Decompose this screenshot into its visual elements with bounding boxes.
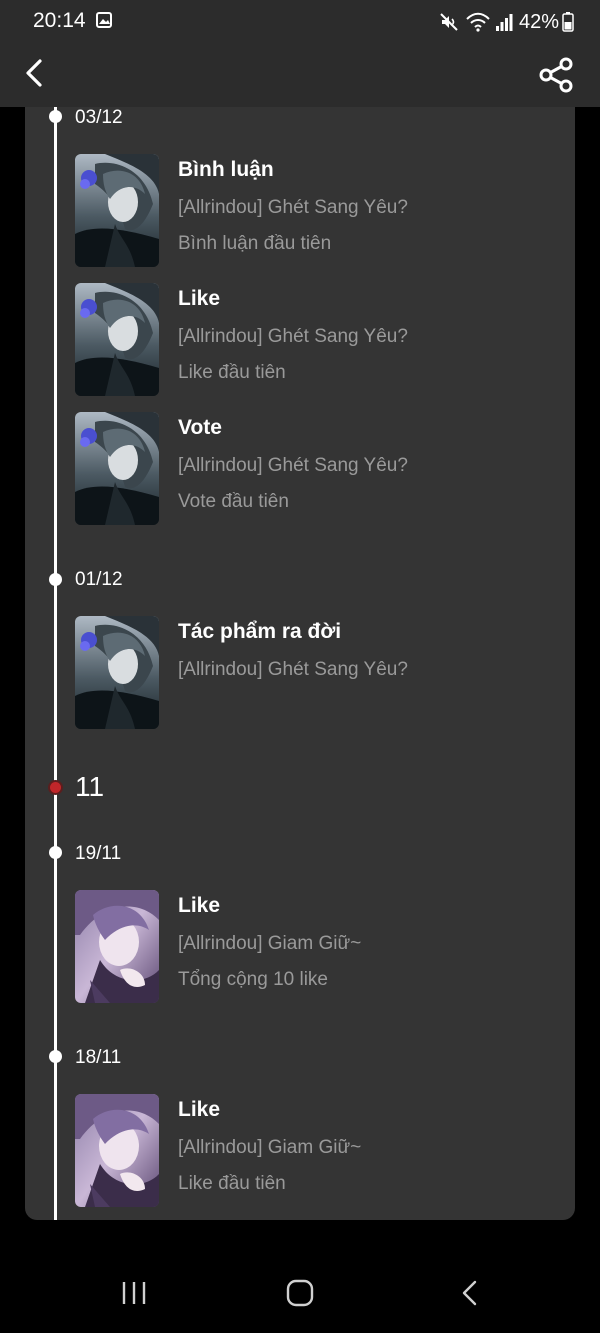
- timeline-entry[interactable]: Vote [Allrindou] Ghét Sang Yêu? Vote đầu…: [75, 412, 555, 525]
- entry-description: Like đầu tiên: [178, 362, 286, 383]
- app-bar: [0, 44, 600, 107]
- entry-story-name: [Allrindou] Ghét Sang Yêu?: [178, 326, 408, 347]
- timeline-entry[interactable]: Like [Allrindou] Giam Giữ~ Tổng cộng 10 …: [75, 890, 555, 1003]
- story-cover-image: [75, 154, 159, 267]
- date-label: 01/12: [75, 569, 123, 590]
- entry-description: Bình luận đầu tiên: [178, 233, 332, 254]
- timeline-dot: [49, 573, 62, 586]
- mute-icon: [440, 13, 458, 31]
- story-cover-image: [75, 890, 159, 1003]
- entry-title: Bình luận: [178, 158, 274, 181]
- back-arrow-icon[interactable]: [20, 56, 50, 90]
- timeline-card: 03/12 Bình luận [Allrindou] Ghét Sang Yê…: [25, 107, 575, 1220]
- entry-title: Like: [178, 1098, 221, 1121]
- timeline-entry[interactable]: Like [Allrindou] Giam Giữ~ Like đầu tiên: [75, 1094, 555, 1207]
- navigation-bar: [0, 1255, 600, 1333]
- story-cover-image: [75, 1094, 159, 1207]
- story-cover-image: [75, 412, 159, 525]
- month-marker: 11: [75, 771, 105, 802]
- entry-title: Tác phẩm ra đời: [178, 620, 342, 643]
- entry-title: Like: [178, 287, 221, 310]
- entry-title: Like: [178, 894, 221, 917]
- entry-description: Vote đầu tiên: [178, 491, 289, 512]
- battery-icon: [562, 12, 574, 32]
- share-icon[interactable]: [536, 56, 576, 94]
- story-cover-image: [75, 283, 159, 396]
- entry-story-name: [Allrindou] Giam Giữ~: [178, 933, 362, 954]
- timeline-entry[interactable]: Like [Allrindou] Ghét Sang Yêu? Like đầu…: [75, 283, 555, 396]
- timeline-dot: [49, 1050, 62, 1063]
- status-bar: 20:14 42%: [0, 0, 600, 44]
- date-label: 03/12: [75, 107, 123, 128]
- signal-icon: [495, 14, 513, 31]
- timeline-entry[interactable]: Bình luận [Allrindou] Ghét Sang Yêu? Bìn…: [75, 154, 555, 267]
- entry-description: Like đầu tiên: [178, 1173, 286, 1194]
- back-icon[interactable]: [456, 1279, 484, 1307]
- date-label: 18/11: [75, 1047, 122, 1068]
- status-time: 20:14: [33, 9, 86, 32]
- wifi-icon: [466, 12, 490, 32]
- status-icons: 42%: [439, 9, 574, 35]
- entry-story-name: [Allrindou] Ghét Sang Yêu?: [178, 455, 408, 476]
- entry-description: Tổng cộng 10 like: [178, 969, 328, 990]
- gallery-icon: [96, 12, 112, 28]
- entry-story-name: [Allrindou] Giam Giữ~: [178, 1137, 362, 1158]
- entry-story-name: [Allrindou] Ghét Sang Yêu?: [178, 659, 408, 680]
- date-label: 19/11: [75, 843, 122, 864]
- home-icon[interactable]: [286, 1279, 314, 1307]
- battery-percent: 42%: [518, 10, 559, 33]
- timeline-dot: [49, 846, 62, 859]
- timeline-dot: [49, 110, 62, 123]
- story-cover-image: [75, 616, 159, 729]
- recent-apps-icon[interactable]: [120, 1279, 148, 1307]
- entry-title: Vote: [178, 416, 222, 439]
- month-marker-dot: [50, 782, 61, 793]
- timeline-entry[interactable]: Tác phẩm ra đời [Allrindou] Ghét Sang Yê…: [75, 616, 555, 729]
- entry-story-name: [Allrindou] Ghét Sang Yêu?: [178, 197, 408, 218]
